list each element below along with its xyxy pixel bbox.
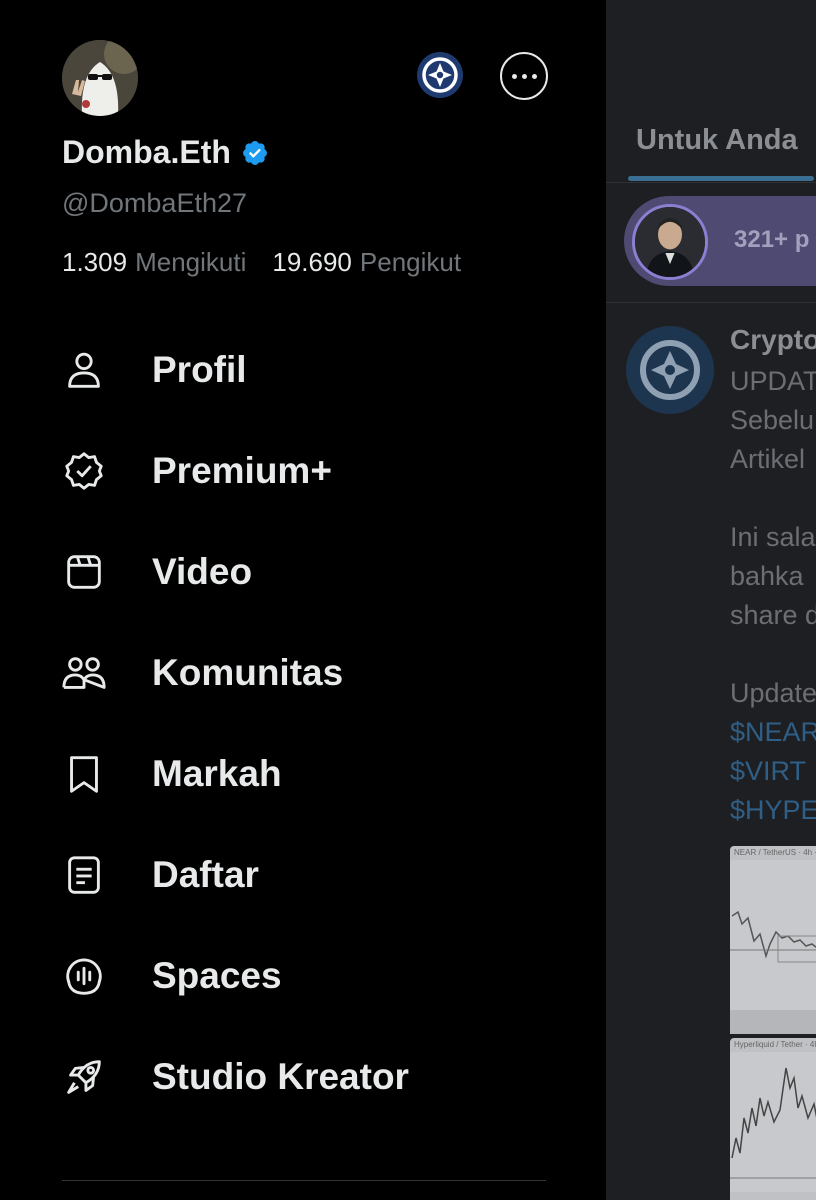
- menu-item-profile[interactable]: Profil: [0, 320, 606, 420]
- account-switcher-button[interactable]: [417, 52, 463, 98]
- post-text-line: Update: [730, 678, 816, 708]
- followers-label: Pengikut: [359, 247, 462, 277]
- followers-count: 19.690: [272, 247, 352, 277]
- menu-item-lists[interactable]: Daftar: [0, 825, 606, 925]
- menu-item-bookmarks[interactable]: Markah: [0, 724, 606, 824]
- ticker-link[interactable]: $NEAR: [730, 717, 816, 748]
- post-chart-image[interactable]: NEAR / TetherUS · 4h · Bina: [730, 846, 816, 1034]
- post-text-line: UPDAT: [730, 366, 816, 396]
- menu-label: Profil: [152, 349, 247, 390]
- list-icon: [60, 851, 108, 899]
- menu-item-creator-studio[interactable]: Studio Kreator: [0, 1027, 606, 1127]
- menu-label: Komunitas: [152, 652, 344, 693]
- dot-icon: [531, 73, 537, 79]
- spaces-icon: [60, 952, 108, 1000]
- bookmark-icon: [60, 750, 108, 798]
- user-handle: @DombaEth27: [62, 188, 248, 218]
- menu-label: Spaces: [152, 955, 282, 996]
- tab-for-you[interactable]: Untuk Anda: [636, 124, 798, 157]
- communities-icon: [60, 649, 108, 697]
- chart-image-caption: NEAR / TetherUS · 4h · Bina: [734, 848, 816, 857]
- post-chart-image[interactable]: Hyperliquid / Tether · 4h ·: [730, 1038, 816, 1200]
- following-label: Mengikuti: [135, 247, 247, 277]
- chart-image-caption: Hyperliquid / Tether · 4h ·: [734, 1040, 816, 1049]
- display-name: Domba.Eth: [62, 134, 231, 170]
- menu-label: Video: [152, 551, 253, 592]
- post-text-line: Artikel: [730, 444, 806, 474]
- space-listener-count: 321+ p: [734, 226, 810, 253]
- divider: [606, 182, 816, 183]
- ticker-link[interactable]: $VIRT: [730, 756, 806, 787]
- post-text-line: Sebelu: [730, 405, 815, 435]
- following-link[interactable]: 1.309 Mengikuti: [62, 247, 246, 278]
- post-author-name[interactable]: Crypto: [730, 324, 816, 356]
- rocket-icon: [60, 1053, 108, 1101]
- menu-item-video[interactable]: Video: [0, 522, 606, 622]
- verified-badge-icon: [242, 140, 267, 165]
- verified-badge-icon: [60, 447, 108, 495]
- person-icon: [60, 346, 108, 394]
- crypto-logo-icon: [422, 57, 458, 93]
- menu-item-communities[interactable]: Komunitas: [0, 623, 606, 723]
- following-count: 1.309: [62, 247, 128, 277]
- menu-item-premium[interactable]: Premium+: [0, 421, 606, 521]
- video-icon: [60, 548, 108, 596]
- dot-icon: [521, 73, 527, 79]
- follow-stats: 1.309 Mengikuti 19.690 Pengikut: [62, 247, 461, 278]
- navigation-drawer: Domba.Eth @DombaEth27 1.309 Mengikuti 19.…: [0, 0, 606, 1200]
- menu-label: Studio Kreator: [152, 1056, 409, 1097]
- post-text-line: share d: [730, 600, 816, 630]
- menu-label: Markah: [152, 753, 282, 794]
- active-tab-indicator: [628, 176, 814, 181]
- timeline-background[interactable]: Untuk Anda 321+ p Crypto UPDAT Sebelu Ar…: [606, 0, 816, 1200]
- live-space-card[interactable]: 321+ p: [624, 196, 816, 286]
- post-text-line: bahka: [730, 561, 804, 591]
- dot-icon: [511, 73, 517, 79]
- space-host-avatar: [632, 204, 708, 280]
- ticker-link[interactable]: $HYPE: [730, 795, 816, 826]
- menu-item-spaces[interactable]: Spaces: [0, 926, 606, 1026]
- display-name-row[interactable]: Domba.Eth: [62, 134, 269, 171]
- profile-avatar[interactable]: [62, 40, 138, 116]
- divider: [62, 1180, 546, 1181]
- post-author-avatar[interactable]: [626, 326, 714, 414]
- post-text-line: Ini sala: [730, 522, 816, 552]
- followers-link[interactable]: 19.690 Pengikut: [272, 247, 461, 278]
- more-options-button[interactable]: [500, 52, 548, 100]
- menu-label: Daftar: [152, 854, 259, 895]
- menu-label: Premium+: [152, 450, 332, 491]
- divider: [606, 302, 816, 303]
